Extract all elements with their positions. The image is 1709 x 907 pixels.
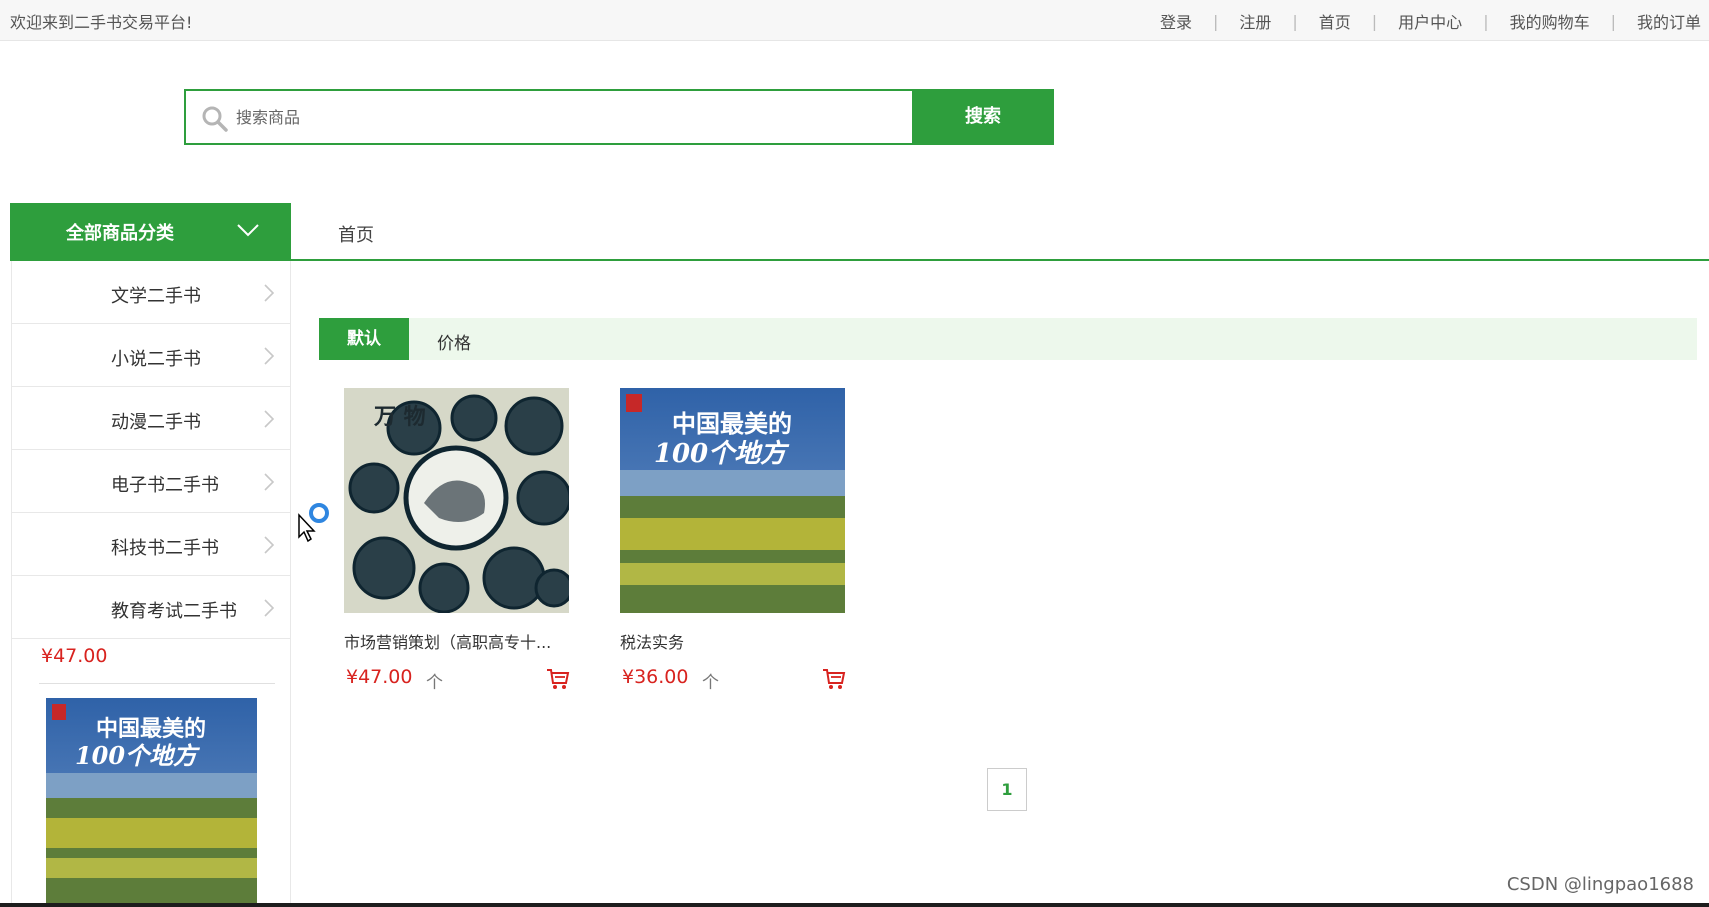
add-to-cart-icon[interactable]	[546, 668, 570, 690]
search-input[interactable]	[236, 91, 906, 143]
sidebar-item-education[interactable]: 教育考试二手书	[12, 576, 290, 639]
page-button-1[interactable]: 1	[987, 768, 1027, 811]
chevron-right-icon	[264, 536, 275, 554]
sidebar-item-novel[interactable]: 小说二手书	[12, 324, 290, 387]
chevron-right-icon	[264, 599, 275, 617]
my-orders-link[interactable]: 我的订单	[1637, 9, 1701, 33]
chevron-right-icon	[264, 284, 275, 302]
sidebar-item-label: 动漫二手书	[111, 412, 201, 433]
separator: |	[1610, 11, 1616, 31]
sort-default-tab[interactable]: 默认	[319, 318, 409, 360]
all-categories-label: 全部商品分类	[66, 222, 174, 244]
product-card: 中国最美的 100个地方 税法实务 ¥36.00 个	[620, 388, 846, 693]
featured-price: ¥47.00	[41, 645, 108, 667]
product-cover[interactable]: 中国最美的 100个地方	[620, 388, 845, 613]
home-link[interactable]: 首页	[1319, 9, 1351, 33]
sidebar-item-tech[interactable]: 科技书二手书	[12, 513, 290, 576]
all-categories-button[interactable]: 全部商品分类	[10, 203, 291, 260]
sidebar-item-label: 科技书二手书	[111, 538, 219, 559]
chevron-right-icon	[264, 473, 275, 491]
top-bar: 欢迎来到二手书交易平台! 登录 | 注册 | 首页 | 用户中心 | 我的购物车…	[0, 0, 1709, 41]
loading-spinner-icon	[309, 503, 329, 523]
top-links: 登录 | 注册 | 首页 | 用户中心 | 我的购物车 | 我的订单	[1160, 9, 1701, 33]
divider	[39, 683, 275, 684]
my-cart-link[interactable]: 我的购物车	[1510, 9, 1590, 33]
user-center-link[interactable]: 用户中心	[1398, 9, 1462, 33]
sidebar-item-label: 小说二手书	[111, 349, 201, 370]
nav-home-tab[interactable]: 首页	[338, 221, 374, 247]
search-box	[184, 89, 913, 145]
separator: |	[1292, 11, 1298, 31]
watermark: CSDN @lingpao1688	[1506, 874, 1694, 895]
product-unit: 个	[702, 673, 719, 693]
product-title[interactable]: 税法实务	[620, 629, 846, 653]
add-to-cart-icon[interactable]	[822, 668, 846, 690]
sidebar-item-label: 教育考试二手书	[111, 601, 237, 622]
svg-text:100个地方: 100个地方	[75, 741, 201, 770]
separator: |	[1371, 11, 1378, 31]
search-icon	[202, 106, 228, 132]
book-cover-image: 万 物	[344, 388, 569, 613]
featured-book-cover[interactable]: 中国最美的 100个地方	[46, 698, 257, 907]
product-price: ¥47.00	[346, 666, 413, 688]
cover-subtitle: 100个地方	[654, 439, 790, 469]
category-sidebar: 文学二手书 小说二手书 动漫二手书 电子书二手书 科技书二手书 教育考试二手书 …	[11, 261, 291, 907]
book-cover-image: 中国最美的 100个地方	[46, 698, 257, 907]
search-button[interactable]: 搜索	[912, 89, 1054, 145]
cover-title: 万 物	[373, 404, 426, 430]
login-link[interactable]: 登录	[1160, 9, 1192, 33]
product-title[interactable]: 市场营销策划（高职高专十...	[344, 629, 570, 653]
separator: |	[1483, 11, 1489, 31]
sort-bar: 默认 价格	[319, 318, 1697, 360]
sidebar-item-label: 文学二手书	[111, 286, 201, 307]
product-cover[interactable]: 万 物	[344, 388, 569, 613]
register-link[interactable]: 注册	[1239, 9, 1271, 33]
chevron-down-icon	[237, 224, 259, 237]
book-cover-image: 中国最美的 100个地方	[620, 388, 845, 613]
bottom-edge	[0, 903, 1709, 907]
welcome-text: 欢迎来到二手书交易平台!	[10, 13, 193, 32]
sidebar-item-label: 电子书二手书	[111, 475, 219, 496]
product-card: 万 物 市场营销策划（高职高专十... ¥47.00 个	[344, 388, 570, 693]
sidebar-item-ebook[interactable]: 电子书二手书	[12, 450, 290, 513]
product-price: ¥36.00	[622, 666, 689, 688]
product-unit: 个	[426, 673, 443, 693]
separator: |	[1212, 11, 1219, 31]
chevron-right-icon	[264, 347, 275, 365]
cover-title: 中国最美的	[672, 409, 792, 438]
sidebar-item-anime[interactable]: 动漫二手书	[12, 387, 290, 450]
chevron-right-icon	[264, 410, 275, 428]
sort-price-tab[interactable]: 价格	[437, 329, 471, 354]
sidebar-item-literature[interactable]: 文学二手书	[12, 261, 290, 324]
svg-text:中国最美的: 中国最美的	[96, 716, 206, 742]
